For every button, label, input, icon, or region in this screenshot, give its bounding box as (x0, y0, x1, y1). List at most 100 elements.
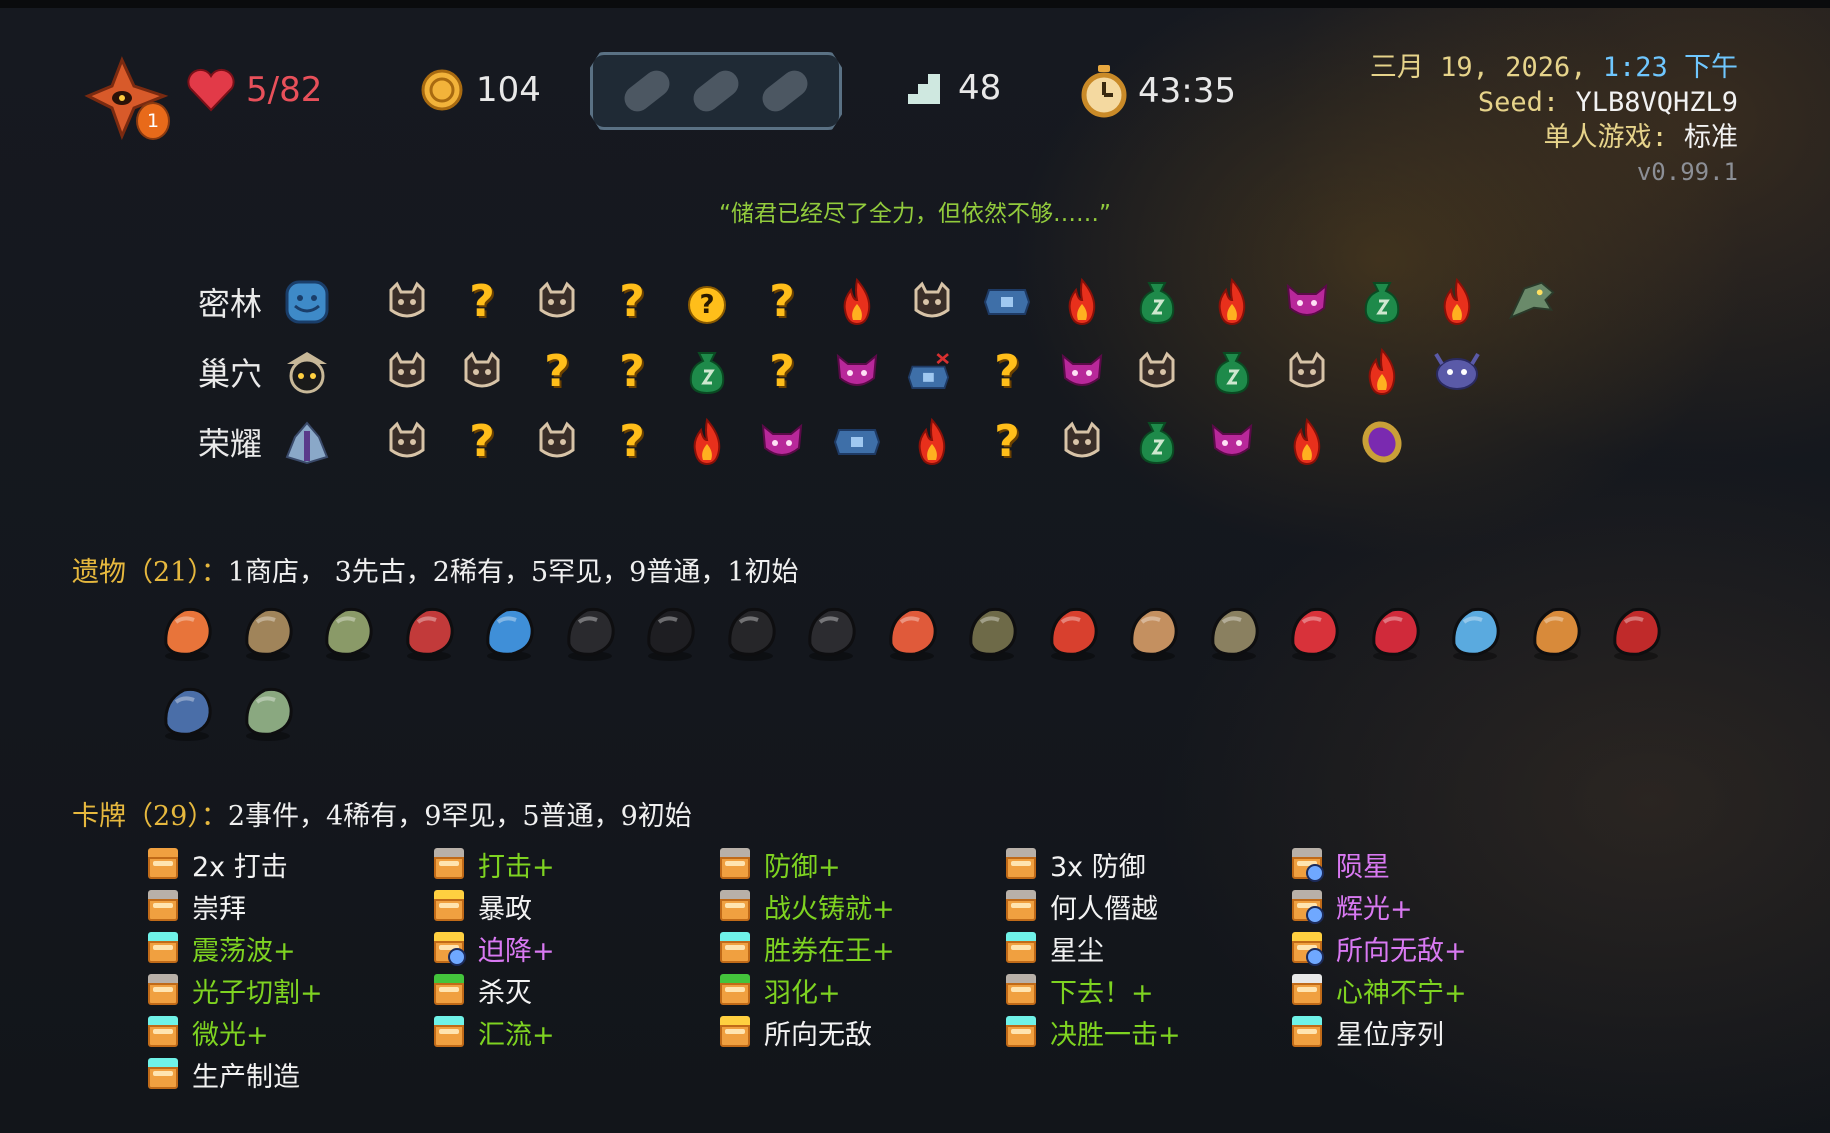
map-node-shop-icon[interactable] (1132, 417, 1182, 467)
map-node-treasure-icon[interactable] (832, 417, 882, 467)
card-entry[interactable]: 战火铸就+ (720, 887, 895, 925)
map-node-rest-icon[interactable] (832, 277, 882, 327)
feather-relic[interactable] (1442, 600, 1508, 666)
map-node-shop-icon[interactable] (682, 347, 732, 397)
ascension-indicator[interactable]: 1 (84, 56, 174, 140)
map-node-unknown-icon[interactable]: ? (982, 417, 1032, 467)
map-node-monster-icon[interactable] (382, 277, 432, 327)
map-node-shop-icon[interactable] (1357, 277, 1407, 327)
map-node-monster-icon[interactable] (382, 347, 432, 397)
red-cushion-relic[interactable] (396, 600, 462, 666)
map-node-treasure-marked-icon[interactable] (907, 347, 957, 397)
card-entry[interactable]: 震荡波+ (148, 929, 296, 967)
map-node-shop-icon[interactable] (1207, 347, 1257, 397)
map-node-elite-icon[interactable] (757, 417, 807, 467)
gold-display[interactable]: 104 (420, 68, 541, 112)
potion-slot-1[interactable] (619, 65, 676, 117)
card-entry[interactable]: 决胜一击+ (1006, 1013, 1181, 1051)
map-node-elite-icon[interactable] (832, 347, 882, 397)
map-node-boss-gem-icon[interactable] (1357, 417, 1407, 467)
map-node-elite-icon[interactable] (1057, 347, 1107, 397)
map-node-rest-icon[interactable] (1207, 277, 1257, 327)
card-entry[interactable]: 胜券在王+ (720, 929, 895, 967)
scarf-relic[interactable] (1362, 600, 1428, 666)
card-entry[interactable]: 心神不宁+ (1292, 971, 1467, 1009)
hp-display[interactable]: 5/82 (186, 68, 322, 112)
card-entry[interactable]: 星位序列 (1292, 1013, 1444, 1051)
card-entry[interactable]: 所向无敌 (720, 1013, 872, 1051)
map-node-unknown-icon[interactable]: ? (607, 417, 657, 467)
map-node-rest-icon[interactable] (1282, 417, 1332, 467)
card-entry[interactable]: 光子切割+ (148, 971, 323, 1009)
card-entry[interactable]: 星尘 (1006, 929, 1104, 967)
toy-box-relic[interactable] (476, 600, 542, 666)
black-egg-relic[interactable] (637, 600, 703, 666)
blue-slime-boss-icon[interactable] (282, 277, 332, 327)
card-entry[interactable]: 3x 防御 (1006, 845, 1146, 883)
blue-book-relic[interactable] (154, 680, 220, 746)
card-entry[interactable]: 杀灭 (434, 971, 532, 1009)
map-node-rest-icon[interactable] (1357, 347, 1407, 397)
map-node-monster-icon[interactable] (907, 277, 957, 327)
card-entry[interactable]: 生产制造 (148, 1055, 300, 1093)
potion-slot-2[interactable] (688, 65, 744, 117)
lantern-relic[interactable] (798, 600, 864, 666)
card-entry[interactable]: 2x 打击 (148, 845, 288, 883)
frog-relic[interactable] (315, 600, 381, 666)
map-node-monster-icon[interactable] (457, 347, 507, 397)
map-node-monster-icon[interactable] (382, 417, 432, 467)
floor-display[interactable]: 48 (904, 68, 1001, 108)
potion-flask-relic[interactable] (1603, 600, 1669, 666)
nunchaku-relic[interactable] (1040, 600, 1106, 666)
card-entry[interactable]: 陨星 (1292, 845, 1390, 883)
winged-boss-icon[interactable] (282, 417, 332, 467)
card-entry[interactable]: 所向无敌+ (1292, 929, 1467, 967)
map-node-rest-icon[interactable] (907, 417, 957, 467)
map-node-rest-icon[interactable] (1432, 277, 1482, 327)
map-node-unknown-icon[interactable]: ? (607, 347, 657, 397)
map-node-unknown-icon[interactable]: ? (757, 277, 807, 327)
card-entry[interactable]: 崇拜 (148, 887, 246, 925)
map-node-unknown-icon[interactable]: ? (457, 417, 507, 467)
card-entry[interactable]: 微光+ (148, 1013, 269, 1051)
potion-slot-3[interactable] (756, 65, 813, 117)
card-entry[interactable]: 汇流+ (434, 1013, 555, 1051)
tag-relic[interactable] (1201, 600, 1267, 666)
map-node-monster-icon[interactable] (532, 417, 582, 467)
map-node-monster-icon[interactable] (1057, 417, 1107, 467)
snail-shell-relic[interactable] (1120, 600, 1186, 666)
card-entry[interactable]: 暴政 (434, 887, 532, 925)
map-node-unknown-icon[interactable]: ? (607, 277, 657, 327)
masked-boss-icon[interactable] (282, 347, 332, 397)
map-node-unknown-icon[interactable]: ? (757, 347, 807, 397)
map-node-rest-icon[interactable] (682, 417, 732, 467)
compass-relic[interactable] (959, 600, 1025, 666)
burning-crystal-relic[interactable] (154, 600, 220, 666)
card-entry[interactable]: 迫降+ (434, 929, 555, 967)
map-node-rest-icon[interactable] (1057, 277, 1107, 327)
map-node-monster-icon[interactable] (1282, 347, 1332, 397)
map-node-elite-icon[interactable] (1207, 417, 1257, 467)
card-entry[interactable]: 下去！+ (1006, 971, 1154, 1009)
map-node-unknown-icon[interactable]: ? (532, 347, 582, 397)
cannon-relic[interactable] (718, 600, 784, 666)
card-entry[interactable]: 辉光+ (1292, 887, 1413, 925)
map-node-treasure-icon[interactable] (982, 277, 1032, 327)
map-node-unknown-icon[interactable]: ? (982, 347, 1032, 397)
strawberry-relic[interactable] (1281, 600, 1347, 666)
card-entry[interactable]: 何人僭越 (1006, 887, 1158, 925)
map-node-boss-bug-icon[interactable] (1432, 347, 1482, 397)
firework-relic[interactable] (879, 600, 945, 666)
card-entry[interactable]: 防御+ (720, 845, 841, 883)
newton-cradle-relic[interactable] (235, 680, 301, 746)
scroll-relic[interactable] (235, 600, 301, 666)
map-node-shop-icon[interactable] (1132, 277, 1182, 327)
map-node-unknown-icon[interactable]: ? (457, 277, 507, 327)
map-node-elite-icon[interactable] (1282, 277, 1332, 327)
anchor-relic[interactable] (557, 600, 623, 666)
card-entry[interactable]: 打击+ (434, 845, 555, 883)
potion-belt[interactable] (590, 52, 842, 130)
cheese-box-relic[interactable] (1523, 600, 1589, 666)
map-node-monster-icon[interactable] (532, 277, 582, 327)
seed-value[interactable]: YLB8VQHZL9 (1575, 87, 1738, 118)
